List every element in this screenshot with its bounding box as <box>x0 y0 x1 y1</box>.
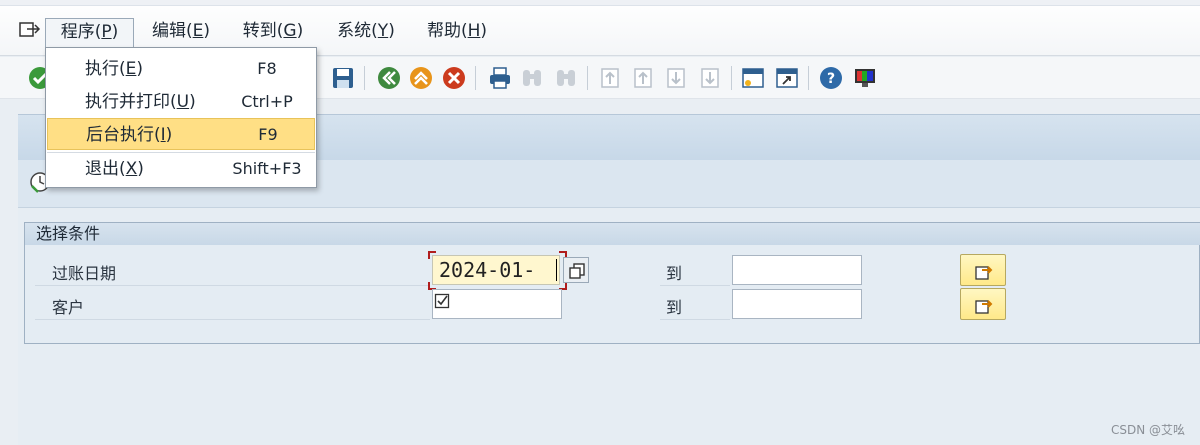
svg-text:?: ? <box>827 71 835 87</box>
menu-item-execute-and-print-shortcut: Ctrl+P <box>241 92 293 111</box>
cancel-icon[interactable] <box>442 66 466 90</box>
next-page-icon <box>667 68 685 88</box>
to-label: 到 <box>666 264 683 283</box>
menu-item-execute-and-print-label: 执行并打印(U) <box>85 86 196 118</box>
row-divider <box>660 285 730 286</box>
menu-edit-tail: ) <box>203 21 211 41</box>
menu-edit-mnemonic: E <box>192 21 204 41</box>
menu-help-text: 帮助( <box>426 21 468 41</box>
toolbar-separator <box>587 66 588 90</box>
menu-help-tail: ) <box>480 21 488 41</box>
menu-item-exit-shortcut: Shift+F3 <box>232 159 302 178</box>
menu-program-mnemonic: P <box>101 22 112 42</box>
new-session-icon[interactable] <box>741 66 765 90</box>
menu-item-exit-label: 退出(X) <box>85 153 144 185</box>
last-page-icon <box>701 68 719 88</box>
menu-system-tail: ) <box>388 21 395 41</box>
label-mnemonic: U <box>176 92 190 112</box>
system-menu-icon[interactable] <box>19 20 41 40</box>
customer-from-field[interactable] <box>432 289 562 319</box>
menu-help[interactable]: 帮助(H) <box>425 18 489 47</box>
menu-system-mnemonic: Y <box>377 21 389 41</box>
first-page-icon <box>601 68 619 88</box>
save-icon[interactable] <box>331 66 355 90</box>
label-mnemonic: E <box>125 59 137 79</box>
label-text: 执行并打印( <box>85 92 177 112</box>
menu-goto-text: 转到( <box>242 21 284 41</box>
menu-item-background-execute[interactable]: 后台执行(I) F9 <box>47 118 315 150</box>
toolbar-separator <box>808 66 809 90</box>
menu-goto-tail: ) <box>296 21 304 41</box>
back-icon[interactable] <box>377 66 401 90</box>
multiple-selection-icon <box>975 266 993 280</box>
copy-icon <box>569 263 585 279</box>
find-next-icon <box>557 70 575 86</box>
menu-item-exit[interactable]: 退出(X) Shift+F3 <box>47 153 315 185</box>
menu-program-text: 程序( <box>60 22 102 42</box>
customer-to-field[interactable] <box>732 289 862 319</box>
text-cursor <box>556 259 557 281</box>
exit-icon[interactable] <box>409 66 433 90</box>
menu-item-background-execute-shortcut: F9 <box>258 125 278 144</box>
menu-help-mnemonic: H <box>467 21 481 41</box>
posting-date-from-field[interactable]: 2024-01-03 <box>432 255 560 310</box>
menu-program-tail: ) <box>111 22 119 42</box>
layout-menu-icon[interactable] <box>853 66 877 90</box>
selection-group-header: 选择条件 <box>25 223 1200 245</box>
shortcut-icon[interactable] <box>775 66 799 90</box>
menu-program[interactable]: 程序(P) <box>45 18 134 47</box>
posting-date-label: 过账日期 <box>52 264 117 283</box>
find-icon <box>523 70 541 86</box>
window-top-strip <box>0 0 1200 6</box>
label-text: 执行( <box>85 59 126 79</box>
row-divider <box>35 285 430 286</box>
menu-system[interactable]: 系统(Y) <box>334 18 398 47</box>
print-icon[interactable] <box>488 66 512 90</box>
program-menu-dropdown: 执行(E) F8 执行并打印(U) Ctrl+P 后台执行(I) F9 退出(X… <box>45 47 317 188</box>
multiple-selection-button[interactable] <box>960 254 1006 286</box>
posting-date-to-field[interactable] <box>732 255 862 285</box>
to-label: 到 <box>666 298 683 317</box>
multiple-selection-button[interactable] <box>960 288 1006 320</box>
row-divider <box>660 319 730 320</box>
toolbar-separator <box>731 66 732 90</box>
help-icon[interactable]: ? <box>819 66 843 90</box>
row-divider <box>35 319 430 320</box>
label-tail: ) <box>165 125 173 145</box>
menu-item-background-execute-label: 后台执行(I) <box>86 119 172 151</box>
menu-goto-mnemonic: G <box>283 21 297 41</box>
watermark: CSDN @艾吆 <box>1110 423 1185 437</box>
menu-item-execute-and-print[interactable]: 执行并打印(U) Ctrl+P <box>47 86 315 118</box>
toolbar-separator <box>364 66 365 90</box>
menu-goto[interactable]: 转到(G) <box>241 18 305 47</box>
menu-edit-text: 编辑( <box>151 21 193 41</box>
previous-page-icon <box>634 68 652 88</box>
menu-item-execute-label: 执行(E) <box>85 53 143 85</box>
required-checkbox-icon <box>434 293 450 309</box>
menu-item-execute[interactable]: 执行(E) F8 <box>47 53 315 85</box>
label-text: 后台执行( <box>86 125 161 145</box>
focus-marker <box>428 251 436 259</box>
label-tail: ) <box>137 159 144 179</box>
value-help-button[interactable] <box>563 257 589 283</box>
label-text: 退出( <box>85 159 126 179</box>
customer-label: 客户 <box>52 298 85 317</box>
menu-system-text: 系统( <box>337 21 378 41</box>
label-tail: ) <box>189 92 196 112</box>
menu-item-execute-shortcut: F8 <box>257 59 277 78</box>
label-mnemonic: X <box>125 159 138 179</box>
menu-edit[interactable]: 编辑(E) <box>150 18 212 47</box>
label-tail: ) <box>136 59 144 79</box>
multiple-selection-icon <box>975 300 993 314</box>
toolbar-separator <box>475 66 476 90</box>
